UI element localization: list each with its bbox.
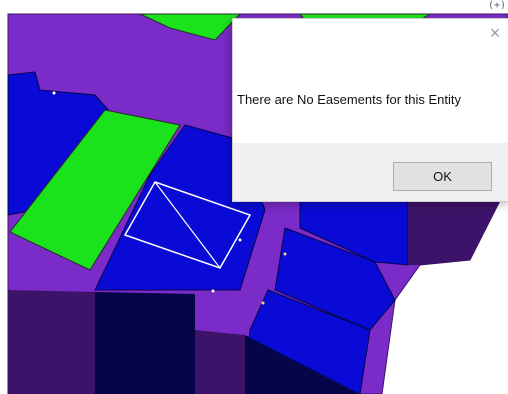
- vertex-marker: [238, 238, 242, 242]
- vertex-marker: [211, 289, 215, 293]
- ok-button[interactable]: OK: [393, 162, 492, 191]
- dialog-footer: OK: [233, 143, 508, 201]
- dialog-message: There are No Easements for this Entity: [237, 92, 461, 107]
- message-dialog: × There are No Easements for this Entity…: [232, 18, 508, 202]
- dark-wall-left: [8, 290, 95, 394]
- dark-wall-center-right: [195, 330, 245, 394]
- vertex-marker: [283, 252, 287, 256]
- vertex-marker: [261, 301, 265, 305]
- corner-glyph: (+): [487, 0, 506, 11]
- close-icon[interactable]: ×: [487, 24, 503, 42]
- vertex-marker: [52, 91, 56, 95]
- dark-wall-center: [95, 292, 195, 394]
